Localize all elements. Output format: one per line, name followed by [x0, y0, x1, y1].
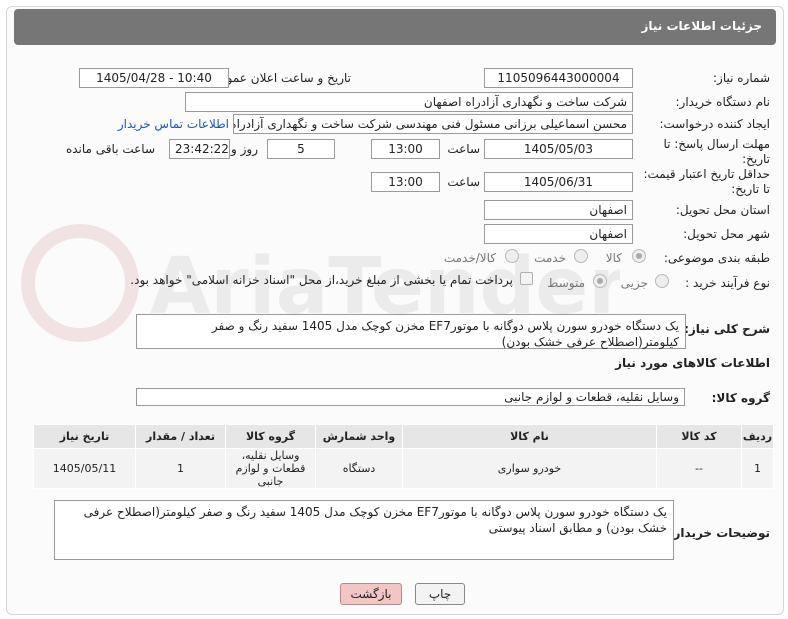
reply-deadline-label-2: تاریخ:	[742, 152, 770, 166]
summary-text: یک دستگاه خودرو سورن پلاس دوگانه با موتو…	[136, 314, 686, 349]
cell-name: خودرو سواری	[402, 448, 657, 489]
category-radio-both[interactable]	[505, 249, 519, 263]
reply-days-field: 5	[267, 139, 335, 159]
goods-group-field: وسایل نقلیه، قطعات و لوازم جانبی	[136, 388, 685, 406]
need-number-field: 1105096443000004	[484, 68, 633, 88]
cell-qty: 1	[135, 448, 226, 489]
print-button[interactable]: چاپ	[415, 583, 465, 605]
page-title: جزئیات اطلاعات نیاز	[641, 19, 762, 33]
creator-label: ایجاد کننده درخواست:	[659, 117, 770, 131]
category-radio-service[interactable]	[574, 249, 588, 263]
title-bar: جزئیات اطلاعات نیاز	[14, 9, 776, 45]
col-row: ردیف	[741, 424, 774, 449]
cell-group: وسایل نقلیه، قطعات و لوازم جانبی	[225, 448, 316, 489]
need-number-label: شماره نیاز:	[713, 71, 770, 85]
process-option-medium: متوسط	[547, 276, 585, 290]
col-unit: واحد شمارش	[315, 424, 403, 449]
col-name: نام کالا	[402, 424, 657, 449]
process-radio-minor[interactable]	[655, 274, 669, 288]
cell-date: 1405/05/11	[33, 448, 136, 489]
col-group: گروه کالا	[225, 424, 316, 449]
category-option-both: کالا/خدمت	[443, 251, 496, 265]
process-radio-medium[interactable]	[593, 274, 607, 288]
category-radio-goods[interactable]	[632, 249, 646, 263]
cell-row: 1	[741, 448, 774, 489]
reply-time-label: ساعت	[447, 142, 480, 156]
goods-section-title: اطلاعات کالاهای مورد نیاز	[615, 356, 770, 370]
process-label: نوع فرآیند خرید :	[685, 276, 770, 290]
price-date-field: 1405/06/31	[484, 172, 633, 192]
reply-deadline-label: مهلت ارسال پاسخ: تا	[663, 137, 770, 151]
cell-code: --	[656, 448, 742, 489]
price-time-label: ساعت	[447, 175, 480, 189]
reply-time-field: 13:00	[371, 139, 440, 159]
payment-note: پرداخت تمام یا بخشی از مبلغ خرید،از محل …	[130, 273, 513, 287]
category-option-service: خدمت	[534, 251, 566, 265]
city-label: شهر محل تحویل:	[683, 227, 770, 241]
days-label: روز و	[231, 142, 258, 156]
price-deadline-label: حداقل تاریخ اعتبار قیمت:	[643, 167, 770, 181]
goods-table-header: ردیف کد کالا نام کالا واحد شمارش گروه کا…	[33, 424, 774, 449]
col-date: تاریخ نیاز	[33, 424, 136, 449]
price-time-field: 13:00	[371, 172, 440, 192]
buyer-org-label: نام دستگاه خریدار:	[675, 95, 771, 109]
cell-unit: دستگاه	[315, 448, 403, 489]
goods-table: ردیف کد کالا نام کالا واحد شمارش گروه کا…	[33, 424, 774, 489]
city-field: اصفهان	[484, 224, 633, 244]
category-label: طبقه بندی موضوعی:	[663, 251, 770, 265]
category-option-goods: کالا	[605, 251, 622, 265]
col-code: کد کالا	[656, 424, 742, 449]
province-label: استان محل تحویل:	[675, 203, 770, 217]
contact-info-link[interactable]: اطلاعات تماس خریدار	[118, 117, 229, 131]
back-button[interactable]: بازگشت	[340, 583, 402, 605]
treasury-checkbox[interactable]	[520, 272, 533, 285]
buyer-org-field: شرکت ساخت و نگهداری آزادراه اصفهان	[185, 92, 633, 112]
creator-field: محسن اسماعیلی برزانی مسئول فنی مهندسی شر…	[233, 114, 633, 134]
reply-date-field: 1405/05/03	[484, 139, 633, 159]
buyer-notes-text: یک دستگاه خودرو سورن پلاس دوگانه با موتو…	[54, 500, 674, 560]
table-row: 1 -- خودرو سواری دستگاه وسایل نقلیه، قطع…	[33, 448, 774, 489]
announce-field: 1405/04/28 - 10:40	[79, 68, 229, 88]
remaining-label: ساعت باقی مانده	[65, 142, 155, 156]
remaining-time-field: 23:42:22	[169, 139, 230, 159]
col-qty: تعداد / مقدار	[135, 424, 226, 449]
process-option-minor: جزیی	[620, 276, 648, 290]
buyer-notes-label: توضیحات خریدار:	[668, 526, 770, 540]
province-field: اصفهان	[484, 200, 633, 220]
goods-group-label: گروه کالا:	[711, 391, 770, 405]
price-deadline-label-2: تا تاریخ:	[731, 182, 770, 196]
summary-label: شرح کلی نیاز:	[684, 322, 770, 336]
